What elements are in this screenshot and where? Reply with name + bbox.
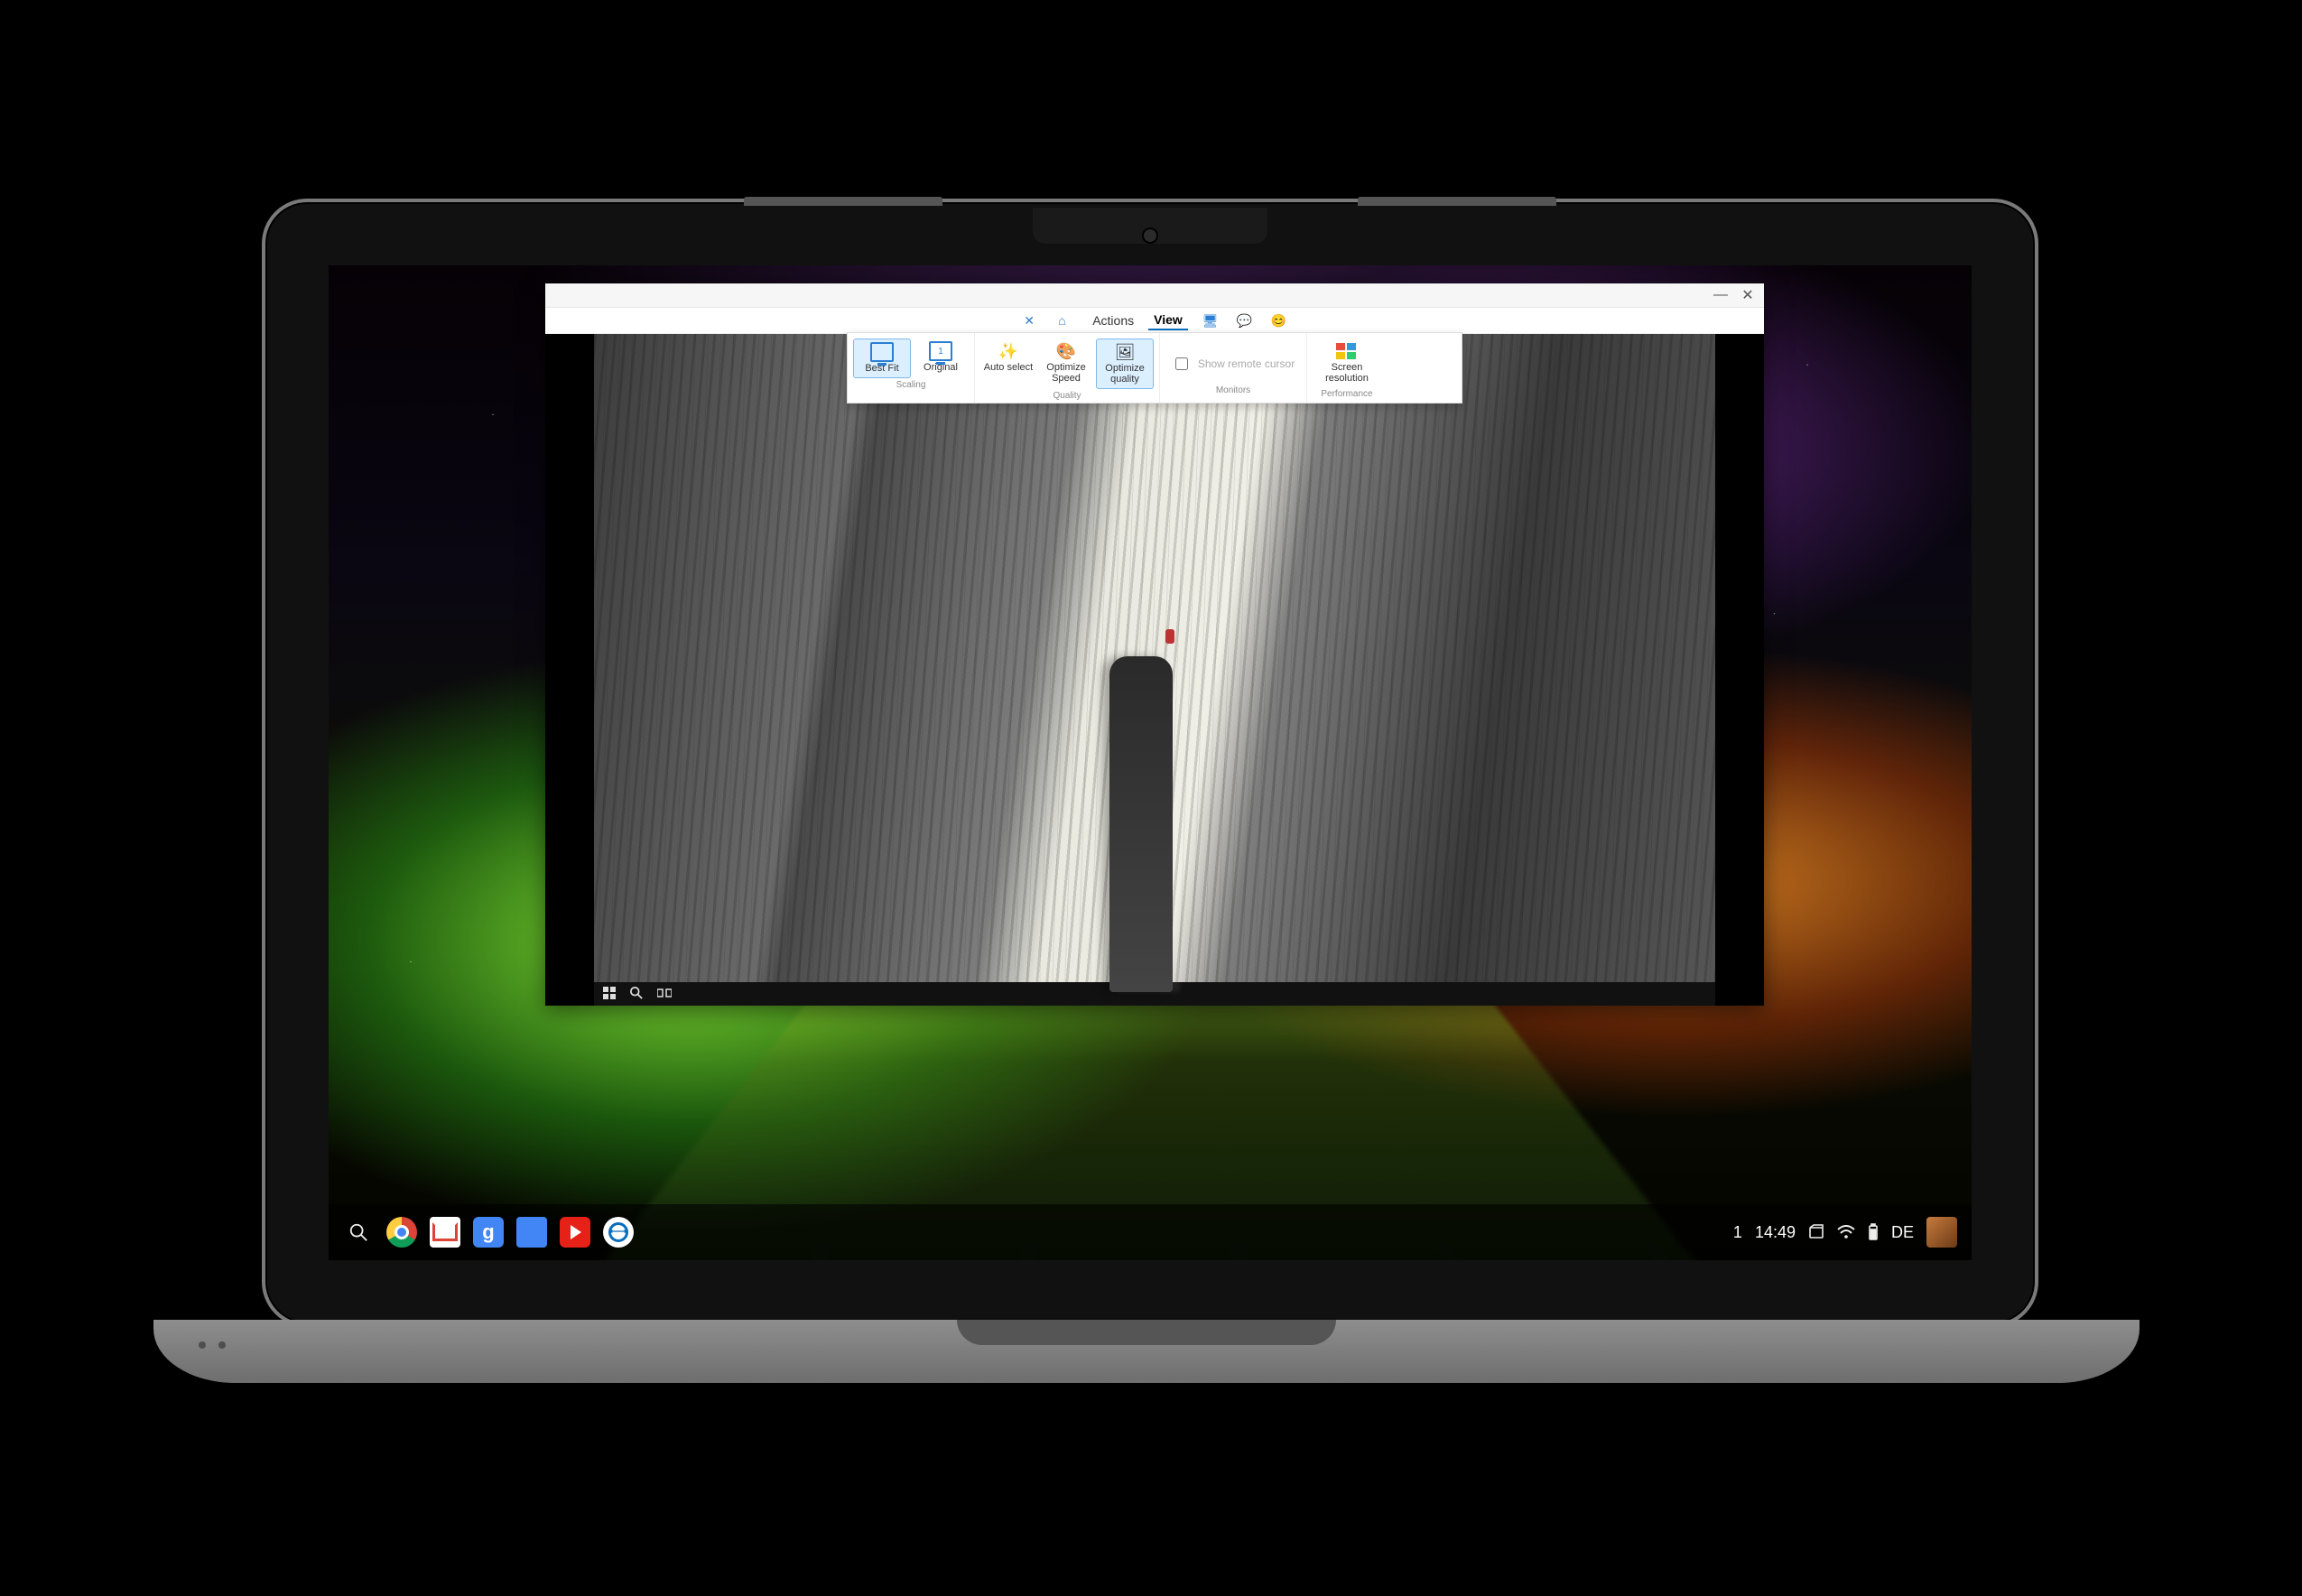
google-search-app-icon[interactable]: g (473, 1217, 504, 1248)
ribbon-optimize-quality-button[interactable]: 🖼 Optimize quality (1096, 339, 1154, 389)
menubar-close-button[interactable]: ✕ (1018, 311, 1044, 329)
tab-icon[interactable] (1808, 1224, 1824, 1240)
laptop-frame: — ✕ ✕ ⌂ Actions View (262, 199, 2038, 1327)
shelf-language-indicator[interactable]: DE (1891, 1223, 1914, 1242)
menubar-actions-label: Actions (1092, 313, 1134, 328)
window-titlebar[interactable]: — ✕ (545, 283, 1764, 308)
show-remote-cursor-label: Show remote cursor (1198, 357, 1295, 370)
ribbon-auto-select-label: Auto select (984, 362, 1033, 373)
ribbon-screen-resolution-label: Screen resolution (1314, 362, 1379, 384)
ribbon-scaling-group-label: Scaling (896, 380, 926, 390)
remote-desktop-viewport[interactable] (545, 334, 1764, 1006)
wifi-icon[interactable] (1837, 1225, 1855, 1239)
ribbon-group-monitors: Show remote cursor Monitors (1160, 333, 1307, 403)
ribbon-best-fit-button[interactable]: Best Fit (853, 339, 911, 378)
view-ribbon: Best Fit Original Scaling (847, 332, 1462, 404)
ribbon-screen-resolution-button[interactable]: Screen resolution (1313, 339, 1381, 387)
hinge-decoration (744, 197, 1556, 206)
ribbon-auto-select-button[interactable]: ✨ Auto select (980, 339, 1036, 389)
show-remote-cursor-checkbox[interactable] (1175, 357, 1188, 370)
battery-icon[interactable] (1868, 1223, 1879, 1241)
original-size-icon (929, 342, 952, 360)
chromeos-shelf[interactable]: g 1 14:49 (329, 1204, 1972, 1260)
devices-icon: 🖥 (1202, 313, 1217, 328)
menubar-devices-button[interactable]: 🖥 (1197, 311, 1222, 329)
ribbon-original-button[interactable]: Original (913, 339, 969, 378)
windows-task-view-icon[interactable] (657, 987, 672, 1001)
windows-start-icon[interactable] (603, 987, 617, 1001)
chat-icon: 💬 (1237, 313, 1251, 328)
color-wheel-icon: 🎨 (1054, 342, 1078, 360)
ribbon-optimize-speed-label: Optimize Speed (1040, 362, 1092, 384)
magic-wand-icon: ✨ (997, 342, 1020, 360)
gmail-app-icon[interactable] (430, 1217, 460, 1248)
teamviewer-remote-window[interactable]: — ✕ ✕ ⌂ Actions View (545, 283, 1764, 1006)
window-minimize-button[interactable]: — (1713, 288, 1728, 302)
menubar-actions-tab[interactable]: Actions (1087, 311, 1139, 329)
laptop-base (153, 1320, 2140, 1383)
wallpaper-climber-detail (1165, 629, 1174, 644)
menubar-feedback-button[interactable]: 😊 (1266, 311, 1291, 329)
ribbon-optimize-speed-button[interactable]: 🎨 Optimize Speed (1038, 339, 1094, 389)
notification-count-badge[interactable]: 1 (1733, 1223, 1742, 1242)
ribbon-group-performance: Screen resolution Performance (1307, 333, 1387, 403)
shelf-clock[interactable]: 14:49 (1755, 1223, 1796, 1242)
shelf-status-tray[interactable]: 1 14:49 (1733, 1217, 1957, 1248)
ribbon-quality-group-label: Quality (1053, 391, 1081, 401)
camera-lens (1142, 227, 1158, 244)
chromeos-desktop[interactable]: — ✕ ✕ ⌂ Actions View (329, 265, 1972, 1260)
teamviewer-app-icon[interactable] (603, 1217, 634, 1248)
menubar-chat-button[interactable]: 💬 (1231, 311, 1257, 329)
resolution-icon (1335, 342, 1359, 360)
ribbon-optimize-quality-label: Optimize quality (1099, 363, 1151, 385)
emoji-icon: 😊 (1271, 313, 1286, 328)
youtube-app-icon[interactable] (560, 1217, 590, 1248)
picture-icon: 🖼 (1113, 343, 1137, 361)
windows-search-icon[interactable] (630, 987, 645, 1001)
home-icon: ⌂ (1058, 313, 1072, 328)
ribbon-performance-group-label: Performance (1321, 389, 1372, 399)
ribbon-group-quality: ✨ Auto select 🎨 Optimize Speed 🖼 Optimiz… (975, 333, 1160, 403)
menubar-view-label: View (1154, 312, 1183, 327)
launcher-search-icon[interactable] (343, 1217, 374, 1248)
close-icon: ✕ (1024, 313, 1038, 328)
chrome-app-icon[interactable] (386, 1217, 417, 1248)
menubar-home-button[interactable]: ⌂ (1053, 311, 1078, 329)
user-avatar-icon[interactable] (1926, 1217, 1957, 1248)
window-close-button[interactable]: ✕ (1740, 288, 1755, 302)
ribbon-group-scaling: Best Fit Original Scaling (848, 333, 975, 403)
laptop-screen: — ✕ ✕ ⌂ Actions View (329, 265, 1972, 1260)
best-fit-icon (870, 343, 894, 361)
ribbon-monitors-group-label: Monitors (1216, 385, 1250, 395)
google-docs-app-icon[interactable] (516, 1217, 547, 1248)
remote-windows-desktop[interactable] (594, 334, 1715, 1006)
menubar-view-tab[interactable]: View (1148, 311, 1188, 330)
session-menubar: ✕ ⌂ Actions View 🖥 💬 (545, 308, 1764, 334)
remote-windows-taskbar[interactable] (594, 982, 1715, 1006)
